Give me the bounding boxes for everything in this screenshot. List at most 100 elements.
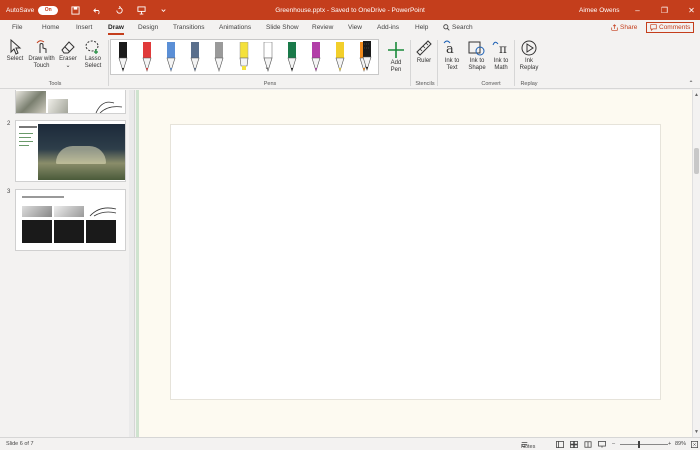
scroll-thumb[interactable] [694, 148, 699, 174]
pen-red[interactable] [142, 42, 152, 73]
comments-button[interactable]: Comments [646, 22, 695, 33]
slide-thumbnail-1[interactable] [15, 90, 126, 114]
plant-leaf-icon [95, 101, 123, 113]
normal-view-icon[interactable] [556, 441, 564, 450]
eraser-button[interactable]: Eraser ⌄ [57, 39, 79, 70]
zoom-level[interactable]: 89% [675, 441, 686, 447]
eraser-label: Eraser [59, 56, 77, 62]
close-icon[interactable]: ✕ [687, 6, 696, 15]
tab-draw[interactable]: Draw [108, 24, 124, 35]
tab-design[interactable]: Design [138, 24, 158, 31]
ruler-button[interactable]: Ruler [413, 39, 435, 65]
fit-to-window-icon[interactable] [691, 441, 698, 450]
ink-to-math-label-1: Ink to [493, 58, 509, 64]
user-name[interactable]: Aimee Owens [579, 7, 619, 14]
reading-view-icon[interactable] [584, 441, 592, 450]
greenhouse-photo [38, 124, 125, 180]
share-icon [611, 24, 618, 31]
pens-group-label: Pens [263, 81, 277, 87]
tab-home[interactable]: Home [42, 24, 59, 31]
save-icon[interactable] [70, 5, 80, 15]
present-icon[interactable] [136, 5, 146, 15]
notes-button[interactable]: Notes [521, 441, 535, 450]
slide-sorter-icon[interactable] [570, 441, 578, 450]
thumbnails-scrollbar[interactable] [129, 90, 134, 437]
comment-icon [650, 24, 657, 31]
pen-black[interactable] [118, 42, 128, 73]
minimize-icon[interactable]: – [633, 6, 642, 15]
status-bar: Slide 6 of 7 Notes – + 89% [0, 437, 700, 450]
ruler-label: Ruler [416, 58, 432, 64]
current-slide[interactable] [170, 124, 661, 400]
ink-to-text-button[interactable]: a Ink to Text [440, 39, 464, 72]
redo-icon[interactable] [114, 5, 124, 15]
slide-thumbnail-3[interactable] [15, 189, 126, 251]
pencil-gray[interactable] [214, 42, 224, 73]
zoom-slider-thumb[interactable] [638, 441, 640, 448]
ink-to-shape-label-2: Shape [468, 65, 486, 71]
search-box[interactable]: Search [443, 24, 473, 31]
comments-label: Comments [659, 24, 691, 31]
thumbnail-text-block [22, 220, 52, 243]
slide-number: 2 [7, 121, 11, 127]
thumbnail-image [48, 99, 68, 113]
pen-purple[interactable] [311, 42, 321, 73]
tab-slide-show[interactable]: Slide Show [266, 24, 299, 31]
search-label: Search [452, 24, 473, 31]
scroll-up-icon[interactable]: ▲ [693, 92, 700, 98]
tab-insert[interactable]: Insert [76, 24, 92, 31]
notes-label: Notes [521, 444, 536, 450]
ink-replay-button[interactable]: Ink Replay [517, 39, 541, 72]
slide-thumbnail-2[interactable] [15, 120, 126, 182]
zoom-in-icon[interactable]: + [668, 441, 671, 447]
ink-to-shape-label-1: Ink to [469, 58, 485, 64]
tab-transitions[interactable]: Transitions [173, 24, 205, 31]
ink-to-shape-icon [468, 41, 485, 56]
draw-with-touch-button[interactable]: Draw with Touch [27, 39, 56, 70]
add-pen-button[interactable]: Add Pen [384, 41, 408, 74]
search-icon [443, 24, 450, 31]
zoom-out-icon[interactable]: – [612, 441, 615, 447]
collapse-ribbon-icon[interactable]: ⌃ [686, 81, 696, 88]
tab-file[interactable]: File [12, 24, 22, 31]
undo-icon[interactable] [92, 5, 102, 15]
touch-hand-icon [36, 40, 46, 53]
slide-editing-canvas[interactable]: ▲ ▼ [136, 90, 700, 437]
pen-slate[interactable] [190, 42, 200, 73]
pen-blue[interactable] [166, 42, 176, 73]
autosave-label: AutoSave [6, 6, 35, 14]
tab-review[interactable]: Review [312, 24, 333, 31]
tab-help[interactable]: Help [415, 24, 428, 31]
pen-dropdown-icon[interactable]: ⌄ [262, 65, 272, 72]
restore-icon[interactable]: ❐ [660, 6, 669, 15]
pen-gold[interactable] [335, 42, 345, 73]
select-arrow-icon [10, 39, 22, 55]
tab-animations[interactable]: Animations [219, 24, 251, 31]
share-button[interactable]: Share [611, 24, 637, 31]
autosave-toggle[interactable]: On [38, 5, 59, 15]
eraser-dropdown-icon[interactable]: ⌄ [57, 63, 79, 70]
vertical-scrollbar[interactable]: ▲ ▼ [692, 90, 700, 437]
svg-text:π: π [499, 42, 507, 56]
lasso-label-1: Lasso [84, 56, 101, 62]
ink-to-text-label-1: Ink to [444, 58, 460, 64]
pen-galaxy[interactable] [362, 41, 372, 72]
customize-qat-icon[interactable] [158, 5, 168, 15]
highlighter-yellow[interactable] [239, 41, 249, 73]
lasso-select-button[interactable]: Lasso Select [81, 39, 105, 70]
zoom-slider[interactable] [620, 444, 668, 445]
scroll-down-icon[interactable]: ▼ [693, 429, 700, 435]
ink-to-math-button[interactable]: π Ink to Math [489, 39, 513, 72]
thumbnail-text-block [54, 220, 84, 243]
stencils-group-label: Stencils [415, 81, 435, 87]
tab-add-ins[interactable]: Add-ins [377, 24, 399, 31]
ink-to-shape-button[interactable]: Ink to Shape [465, 39, 489, 72]
slideshow-view-icon[interactable] [598, 441, 606, 450]
select-button[interactable]: Select [4, 39, 26, 63]
pens-gallery [110, 39, 379, 75]
draw-with-touch-label-1: Draw with [28, 56, 55, 62]
slide-number: 3 [7, 189, 11, 195]
ink-replay-label-2: Replay [519, 65, 539, 71]
tab-view[interactable]: View [348, 24, 362, 31]
pen-green[interactable] [287, 42, 297, 73]
